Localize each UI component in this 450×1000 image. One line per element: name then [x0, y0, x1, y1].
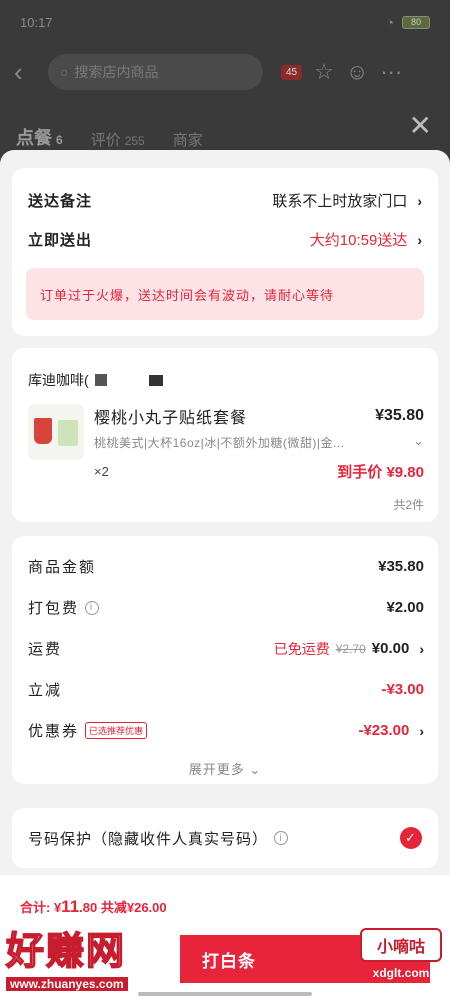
search-input[interactable]: ○ 搜索店内商品: [48, 54, 263, 90]
shipping-fee-label: 运费: [28, 641, 63, 658]
discount-value: -¥3.00: [381, 681, 424, 698]
service-icon[interactable]: ☺: [346, 59, 368, 85]
check-icon[interactable]: ✓: [400, 827, 422, 849]
delivery-time-label: 立即送出: [28, 232, 93, 249]
status-bar: 10:17 ◔ 80: [0, 0, 450, 44]
tab-merchant[interactable]: 商家: [173, 129, 203, 150]
order-card: 库迪咖啡( 樱桃小丸子贴纸套餐 ¥35.80 桃桃美式|大杯16oz|冰|不额外…: [12, 348, 438, 522]
coupon-label: 优惠券: [28, 723, 80, 740]
order-item[interactable]: 樱桃小丸子贴纸套餐 ¥35.80 桃桃美式|大杯16oz|冰|不额外加糖(微甜)…: [12, 390, 438, 482]
watermark-url: www.zhuanyes.com: [6, 977, 128, 991]
shop-tabs: 点餐 6 评价 255 商家: [0, 100, 450, 150]
info-icon[interactable]: i: [85, 600, 100, 615]
goods-amount-row: 商品金额 ¥35.80: [12, 546, 438, 587]
checkout-sheet: 送达备注 联系不上时放家门口 › 立即送出 大约10:59送达 › 订单过于火爆…: [0, 150, 450, 1000]
battery-icon: 80: [402, 15, 430, 29]
item-name: 樱桃小丸子贴纸套餐: [94, 410, 248, 427]
goods-amount-label: 商品金额: [28, 559, 97, 576]
shipping-free-label: 已免运费: [273, 640, 330, 657]
total-label: 合计: ¥: [20, 900, 62, 915]
back-arrow-icon[interactable]: ‹: [14, 57, 36, 88]
order-total: 合计: ¥11.80 共减¥26.00: [0, 875, 450, 917]
total-decimal: .80: [79, 900, 98, 915]
discount-row: 立减 -¥3.00: [12, 669, 438, 710]
delivery-card: 送达备注 联系不上时放家门口 › 立即送出 大约10:59送达 › 订单过于火爆…: [12, 168, 438, 336]
close-icon[interactable]: ✕: [409, 112, 432, 140]
deal-price: 到手价 ¥9.80: [337, 464, 424, 481]
number-protection-row[interactable]: 号码保护（隐藏收件人真实号码） i ✓: [12, 808, 438, 868]
packing-fee-label: 打包费: [28, 600, 80, 617]
chevron-right-icon: ›: [417, 231, 422, 248]
tab-reviews[interactable]: 评价 255: [91, 129, 145, 150]
busy-notice: 订单过于火爆，送达时间会有波动，请耐心等待: [26, 268, 424, 320]
delivery-time-value: 大约10:59送达: [309, 232, 408, 249]
chevron-down-icon: ⌄: [249, 762, 262, 777]
fees-card: 商品金额 ¥35.80 打包费 i ¥2.00 运费 已免运费 ¥2.70 ¥0…: [12, 536, 438, 784]
shipping-fee-value: ¥0.00: [371, 640, 410, 657]
info-icon[interactable]: i: [274, 831, 289, 845]
chevron-right-icon: ›: [419, 640, 424, 657]
item-quantity: ×2: [94, 464, 109, 479]
status-time: 10:17: [20, 14, 53, 30]
tab-order[interactable]: 点餐 6: [16, 124, 63, 150]
watermark-title: 好赚网: [5, 928, 127, 974]
delivery-time-row[interactable]: 立即送出 大约10:59送达 ›: [12, 211, 438, 268]
expand-more-button[interactable]: 展开更多 ⌄: [12, 751, 438, 778]
top-nav: ‹ ○ 搜索店内商品 45 ☆ ☺ ···: [0, 44, 450, 100]
item-thumbnail: [28, 404, 84, 460]
search-icon: ○: [60, 64, 69, 80]
packing-fee-row: 打包费 i ¥2.00: [12, 587, 438, 628]
shipping-fee-row[interactable]: 运费 已免运费 ¥2.70 ¥0.00 ›: [12, 628, 438, 669]
delivery-note-label: 送达备注: [28, 193, 93, 210]
delivery-note-value: 联系不上时放家门口: [272, 193, 408, 210]
sticker-image: [58, 420, 78, 446]
number-protection-label: 号码保护（隐藏收件人真实号码）: [28, 830, 269, 848]
background-page: 10:17 ◔ 80 ‹ ○ 搜索店内商品 45 ☆ ☺ ··· 点餐 6 评价 2…: [0, 0, 450, 160]
search-placeholder: 搜索店内商品: [74, 64, 159, 80]
chevron-right-icon: ›: [419, 722, 424, 739]
total-saved: 共减¥26.00: [100, 900, 167, 915]
more-icon[interactable]: ···: [380, 59, 402, 85]
star-icon[interactable]: ☆: [314, 59, 334, 85]
shipping-original-price: ¥2.70: [335, 641, 366, 656]
privacy-card: 号码保护（隐藏收件人真实号码） i ✓: [12, 808, 438, 868]
item-spec: 桃桃美式|大杯16oz|冰|不额外加糖(微甜)|金...: [94, 436, 345, 450]
item-total-count: 共2件: [393, 498, 424, 512]
packing-fee-value: ¥2.00: [386, 599, 424, 616]
drink-cup-image: [34, 418, 52, 444]
chevron-right-icon: ›: [417, 192, 422, 209]
coupon-tag: 已选推荐优惠: [85, 722, 148, 739]
watermark-url: xdglt.com: [372, 966, 430, 980]
item-price: ¥35.80: [375, 407, 424, 424]
home-indicator: [138, 992, 312, 996]
delivery-note-row[interactable]: 送达备注 联系不上时放家门口 ›: [12, 168, 438, 211]
total-integer: 11: [61, 897, 80, 916]
watermark-title: 小嘀咕: [360, 928, 442, 962]
coupon-badge[interactable]: 45: [281, 64, 303, 80]
watermark-logo-right: 小嘀咕 xdglt.com: [360, 928, 442, 988]
coupon-value: -¥23.00: [358, 722, 410, 739]
redacted-block: [94, 374, 107, 386]
watermark-logo-left: 好赚网 www.zhuanyes.com: [5, 920, 191, 992]
goods-amount-value: ¥35.80: [378, 558, 424, 575]
redacted-block: [148, 374, 163, 386]
wifi-icon: ◔: [386, 14, 394, 30]
shop-name[interactable]: 库迪咖啡(: [12, 348, 438, 390]
discount-label: 立减: [28, 682, 63, 699]
chevron-down-icon[interactable]: ⌄: [413, 434, 424, 451]
coupon-row[interactable]: 优惠券 已选推荐优惠 -¥23.00 ›: [12, 710, 438, 751]
